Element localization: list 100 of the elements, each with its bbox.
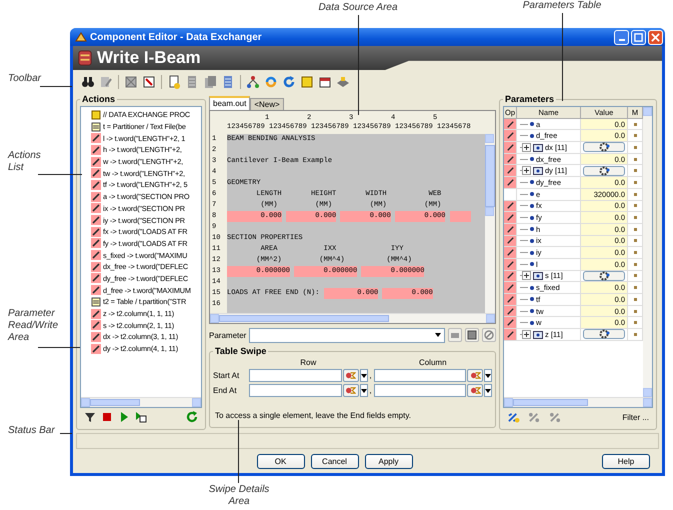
highlighted-field[interactable]	[450, 211, 471, 222]
array-button[interactable]	[583, 270, 625, 281]
refresh-icon[interactable]	[186, 411, 198, 423]
database-icon	[77, 49, 93, 67]
dot-icon	[530, 320, 534, 325]
calculator-icon[interactable]	[221, 75, 235, 89]
folder-icon	[533, 271, 543, 280]
dot-icon	[530, 192, 534, 196]
sigma-icon	[470, 371, 480, 380]
callout-label: Parameter Read/Write Area	[8, 308, 60, 344]
calendar-icon[interactable]	[318, 75, 332, 89]
note-icon	[91, 110, 101, 120]
pencil-icon	[91, 192, 101, 202]
gear-icon	[597, 142, 611, 152]
expand-button[interactable]	[522, 166, 531, 176]
printer-icon[interactable]	[336, 75, 350, 89]
dropdown-button[interactable]	[484, 384, 492, 397]
close-icon	[651, 32, 660, 42]
sigma-icon	[470, 386, 480, 395]
column-input[interactable]	[374, 384, 466, 397]
percent-icon[interactable]	[528, 412, 541, 422]
column-header: Column	[418, 358, 448, 367]
play-icon[interactable]	[118, 411, 130, 423]
note-icon[interactable]	[300, 75, 314, 89]
pencil-icon	[91, 144, 101, 155]
callout-label: Toolbar	[8, 73, 42, 85]
help-button[interactable]: Help	[602, 454, 650, 468]
filter-icon[interactable]	[84, 411, 96, 423]
horizontal-scrollbar[interactable]	[81, 397, 201, 407]
panel-title: Parameters	[504, 94, 556, 104]
callout-label: Data Source Area	[318, 2, 398, 14]
write-button[interactable]	[465, 328, 479, 342]
stop-icon[interactable]	[101, 411, 113, 423]
page-add-icon[interactable]	[167, 75, 181, 89]
add-parameter-icon[interactable]	[507, 412, 520, 422]
expand-button[interactable]	[522, 142, 531, 152]
dropdown-button[interactable]	[360, 384, 368, 397]
pencil-icon	[91, 285, 101, 296]
filter-button[interactable]: Filter ...	[622, 412, 649, 422]
vertical-scrollbar[interactable]	[485, 134, 495, 313]
picture-icon[interactable]	[142, 75, 156, 89]
refresh-icon[interactable]	[282, 75, 296, 89]
file-tab[interactable]: beam.out	[209, 96, 250, 110]
percent-icon[interactable]	[549, 412, 562, 422]
card-icon	[450, 330, 460, 340]
expression-button[interactable]	[467, 369, 483, 382]
row-input[interactable]	[249, 384, 342, 397]
callout-label: Actions List	[8, 150, 42, 174]
horizontal-scrollbar[interactable]	[210, 313, 495, 323]
grid-icon[interactable]	[124, 75, 138, 89]
expression-button[interactable]	[342, 369, 358, 382]
pencil-icon	[91, 180, 101, 190]
file-tab[interactable]: <New>	[250, 98, 284, 110]
gear-icon	[597, 166, 611, 176]
dot-icon	[530, 250, 534, 255]
maximize-button[interactable]	[631, 30, 646, 44]
binoculars-icon[interactable]	[81, 75, 95, 89]
window-title: Component Editor - Data Exchanger	[90, 32, 263, 42]
minimize-button[interactable]	[614, 30, 629, 44]
sigma-icon	[345, 371, 356, 380]
expression-button[interactable]	[467, 384, 483, 397]
expand-button[interactable]	[522, 330, 531, 339]
parameter-dropdown[interactable]	[249, 328, 445, 342]
step-icon[interactable]	[135, 411, 147, 423]
dialog-button[interactable]: Apply	[364, 454, 412, 468]
array-button[interactable]	[583, 142, 625, 152]
gear-icon	[597, 329, 611, 340]
dot-icon	[530, 204, 534, 208]
maximize-icon	[634, 32, 643, 42]
callout-label: Status Bar	[8, 425, 55, 437]
row-input[interactable]	[249, 369, 342, 382]
column-input[interactable]	[374, 369, 466, 382]
dialog-button[interactable]: OK	[256, 454, 304, 468]
separator-text: ,	[368, 386, 373, 395]
close-button[interactable]	[648, 30, 663, 44]
leader-line	[238, 420, 239, 483]
parameter-label: Parameter	[209, 330, 246, 340]
array-button[interactable]	[583, 166, 625, 176]
gear-icon	[597, 270, 611, 281]
expand-button[interactable]	[522, 271, 531, 280]
sigma-icon	[345, 386, 356, 395]
callout-label: Parameters Table	[522, 0, 602, 12]
dot-icon	[530, 122, 534, 126]
expression-button[interactable]	[342, 384, 358, 397]
tree-icon[interactable]	[246, 75, 260, 89]
vertical-scrollbar[interactable]	[643, 107, 652, 397]
array-button[interactable]	[583, 329, 625, 340]
callout-label: Swipe Details Area	[208, 484, 270, 508]
app-icon	[75, 31, 87, 43]
dropdown-button[interactable]	[360, 369, 368, 382]
panel-title: Table Swipe	[214, 346, 268, 356]
dot-icon	[530, 238, 534, 243]
dialog-button[interactable]: Cancel	[310, 454, 358, 468]
horizontal-scrollbar[interactable]	[504, 397, 652, 407]
folder-icon	[533, 330, 543, 339]
clear-button[interactable]	[482, 328, 496, 342]
dropdown-button[interactable]	[484, 369, 492, 382]
field-label: End At	[213, 386, 238, 395]
pages-icon[interactable]	[203, 75, 217, 89]
sync-icon[interactable]	[264, 75, 278, 89]
